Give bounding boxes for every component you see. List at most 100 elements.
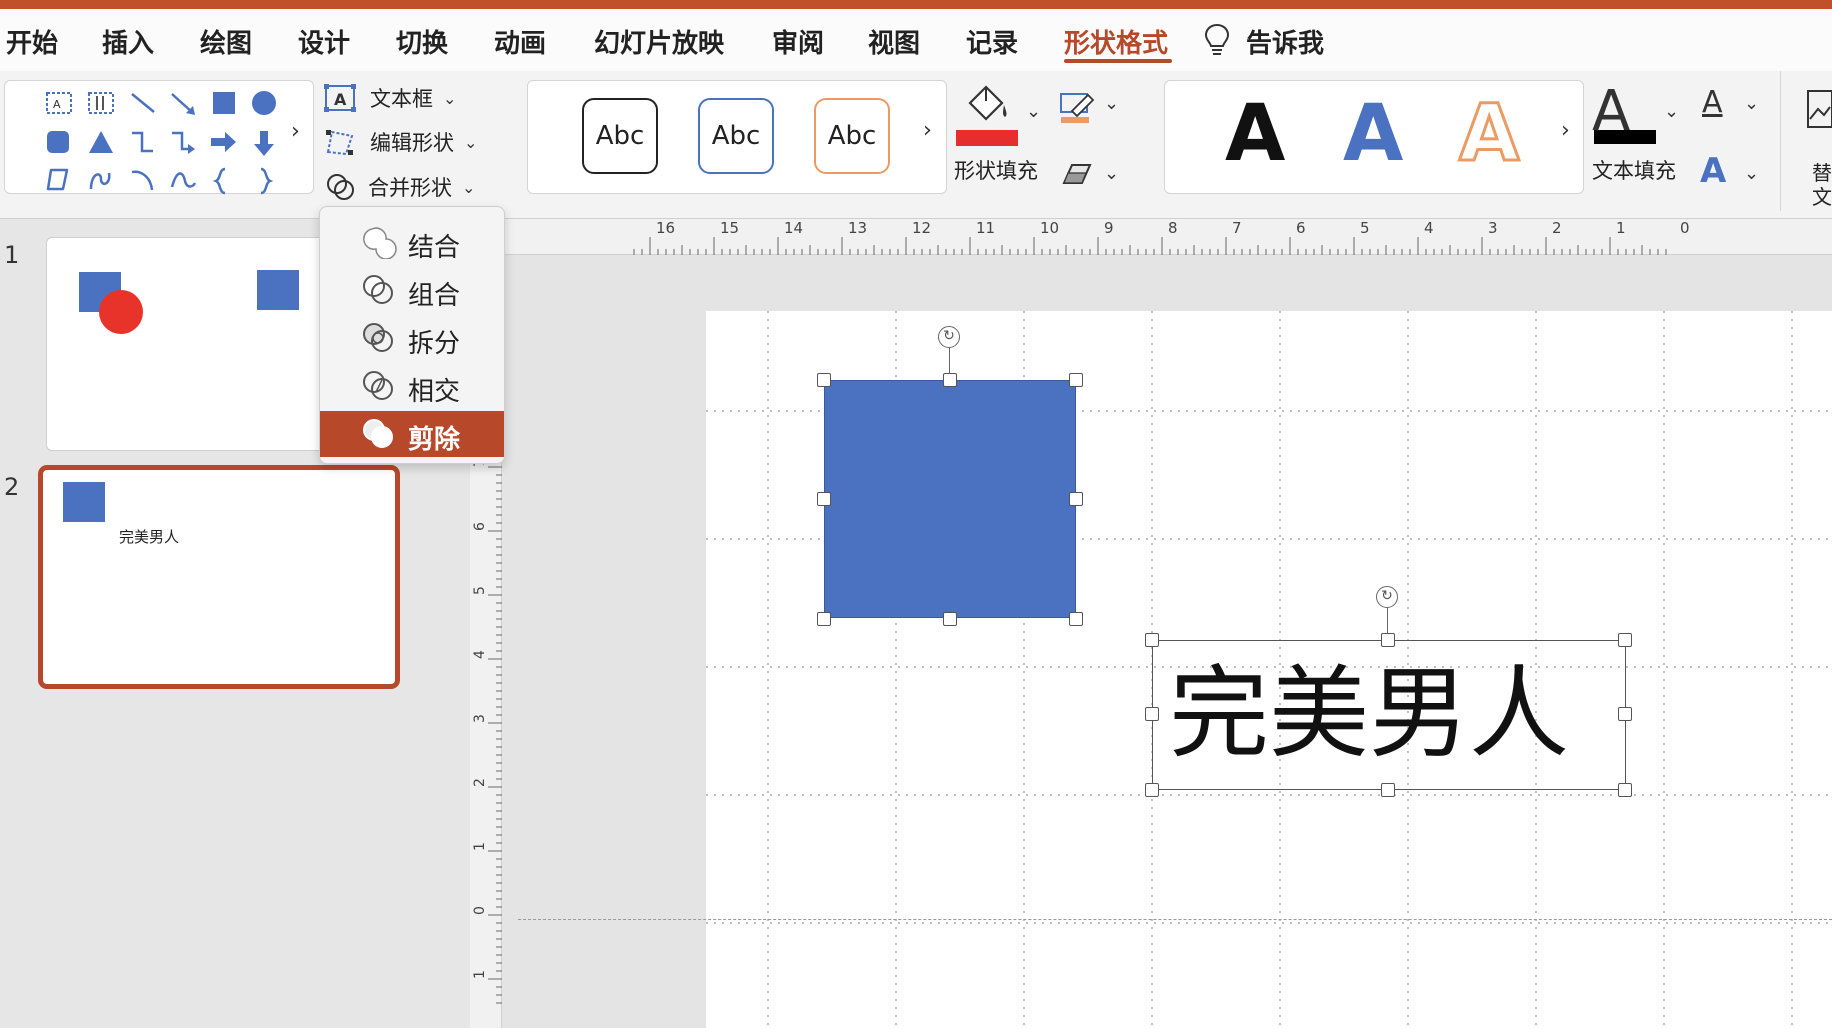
shape-style-orange[interactable]: Abc — [814, 98, 890, 174]
right-arrow-icon[interactable] — [209, 131, 237, 153]
textbox-shape-icon[interactable]: A — [45, 91, 73, 115]
edit-shape-button[interactable]: 编辑形状 ⌄ — [324, 127, 477, 157]
resize-handle-w[interactable] — [1145, 707, 1159, 721]
rounded-rect-icon[interactable] — [45, 129, 71, 155]
alt-text-icon[interactable] — [1806, 89, 1832, 129]
text-effects-chevron-icon[interactable]: ⌄ — [1744, 163, 1759, 184]
shape-fill-color-swatch[interactable] — [956, 130, 1018, 146]
combine-icon — [363, 275, 393, 304]
resize-handle-s[interactable] — [1381, 783, 1395, 797]
resize-handle-ne[interactable] — [1069, 373, 1083, 387]
wordart-style-orange-outline[interactable]: A — [1457, 88, 1520, 181]
shape-fill-label[interactable]: 形状填充 — [954, 155, 1038, 185]
text-outline-chevron-icon[interactable]: ⌄ — [1744, 93, 1759, 114]
right-brace-icon[interactable] — [255, 167, 275, 195]
text-fill-color-swatch[interactable] — [1594, 130, 1656, 144]
line-shape-icon[interactable] — [129, 91, 157, 115]
shape-outline-chevron-icon[interactable]: ⌄ — [1104, 93, 1119, 114]
styles-more-chevron-icon[interactable]: › — [923, 118, 932, 143]
arc-shape-icon[interactable] — [129, 167, 155, 193]
tab-animations[interactable]: 动画 — [494, 23, 546, 60]
text-effects-icon[interactable]: A — [1700, 151, 1726, 191]
wordart-style-black[interactable]: A — [1225, 89, 1285, 179]
rotate-handle-icon[interactable]: ↻ — [938, 326, 960, 348]
text-fill-label[interactable]: 文本填充 — [1592, 155, 1676, 185]
wordart-style-blue[interactable]: A — [1343, 89, 1403, 179]
text-fill-chevron-icon[interactable]: ⌄ — [1664, 101, 1679, 122]
merge-shapes-button[interactable]: 合并形状 ⌄ — [326, 172, 475, 202]
elbow-connector-icon[interactable] — [129, 129, 155, 155]
tab-design[interactable]: 设计 — [298, 23, 350, 60]
resize-handle-se[interactable] — [1618, 783, 1632, 797]
elbow-arrow-icon[interactable] — [169, 129, 197, 155]
oval-shape-icon[interactable] — [251, 90, 277, 116]
resize-handle-sw[interactable] — [1145, 783, 1159, 797]
triangle-shape-icon[interactable] — [87, 129, 115, 155]
ruler-h-label: 11 — [976, 219, 995, 237]
horizontal-ruler[interactable]: 16 15 14 13 12 11 10 9 8 7 6 5 4 3 2 1 0 — [470, 219, 1832, 255]
ruler-h-label: 15 — [720, 219, 739, 237]
rectangle-shape-icon[interactable] — [211, 90, 237, 116]
resize-handle-s[interactable] — [943, 612, 957, 626]
tab-review[interactable]: 审阅 — [772, 23, 824, 60]
ruler-v-label: 3 — [472, 714, 488, 723]
lightbulb-icon — [1204, 23, 1230, 55]
text-box-button[interactable]: A 文本框 ⌄ — [324, 83, 456, 113]
slide-thumbnail-1[interactable] — [46, 237, 346, 451]
shape-effects-icon[interactable] — [1058, 159, 1094, 187]
title-accent-bar — [0, 0, 1832, 9]
text-outline-icon[interactable]: A — [1702, 85, 1723, 120]
scribble-shape-icon[interactable] — [87, 167, 115, 193]
curve-shape-icon[interactable] — [169, 167, 197, 193]
tab-transitions[interactable]: 切换 — [396, 23, 448, 60]
fragment-label: 拆分 — [408, 329, 461, 359]
resize-handle-se[interactable] — [1069, 612, 1083, 626]
resize-handle-n[interactable] — [1381, 633, 1395, 647]
tab-draw[interactable]: 绘图 — [200, 23, 252, 60]
tab-home[interactable]: 开始 — [6, 23, 58, 60]
left-brace-icon[interactable] — [211, 167, 231, 195]
thumb-blue-square — [63, 482, 105, 522]
arrow-line-icon[interactable] — [169, 91, 199, 117]
slide-text[interactable]: 完美男人 — [1169, 659, 1569, 769]
shape-effects-chevron-icon[interactable]: ⌄ — [1104, 163, 1119, 184]
tab-shape-format[interactable]: 形状格式 — [1064, 23, 1168, 60]
wordart-more-chevron-icon[interactable]: › — [1561, 118, 1570, 143]
text-box-shape[interactable]: 完美男人 — [1152, 640, 1626, 790]
shape-fill-chevron-icon[interactable]: ⌄ — [1026, 101, 1041, 122]
menu-item-intersect[interactable]: 相交 — [320, 363, 504, 409]
ruler-h-label: 8 — [1168, 219, 1178, 237]
freeform-shape-icon[interactable] — [45, 167, 71, 193]
tell-me-search[interactable]: 告诉我 — [1246, 23, 1324, 60]
paint-bucket-icon[interactable] — [960, 81, 1010, 131]
tab-view[interactable]: 视图 — [868, 23, 920, 60]
down-arrow-icon[interactable] — [253, 129, 275, 157]
resize-handle-w[interactable] — [817, 492, 831, 506]
shape-style-black[interactable]: Abc — [582, 98, 658, 174]
chevron-down-icon: ⌄ — [462, 177, 476, 197]
shapes-more-chevron-icon[interactable]: › — [291, 119, 300, 144]
menu-item-union[interactable]: 结合 — [320, 219, 504, 265]
resize-handle-nw[interactable] — [817, 373, 831, 387]
menu-item-subtract[interactable]: 剪除 — [320, 411, 504, 457]
tab-insert[interactable]: 插入 — [102, 23, 154, 60]
menu-item-fragment[interactable]: 拆分 — [320, 315, 504, 361]
ruler-v-label: 1 — [472, 842, 488, 851]
alt-text-label-2[interactable]: 文 — [1812, 181, 1832, 210]
ruler-v-label: 5 — [472, 586, 488, 595]
shape-style-blue[interactable]: Abc — [698, 98, 774, 174]
slide-thumbnail-2[interactable]: 完美男人 — [38, 465, 400, 689]
rotate-handle-icon[interactable]: ↻ — [1376, 586, 1398, 608]
vertical-textbox-icon[interactable] — [87, 91, 115, 115]
tab-record[interactable]: 记录 — [966, 23, 1018, 60]
tab-slideshow[interactable]: 幻灯片放映 — [594, 23, 724, 60]
resize-handle-ne[interactable] — [1618, 633, 1632, 647]
resize-handle-sw[interactable] — [817, 612, 831, 626]
blue-rectangle-shape[interactable] — [824, 380, 1076, 618]
resize-handle-n[interactable] — [943, 373, 957, 387]
resize-handle-e[interactable] — [1618, 707, 1632, 721]
shape-outline-icon[interactable] — [1058, 91, 1098, 125]
resize-handle-e[interactable] — [1069, 492, 1083, 506]
menu-item-combine[interactable]: 组合 — [320, 267, 504, 313]
resize-handle-nw[interactable] — [1145, 633, 1159, 647]
